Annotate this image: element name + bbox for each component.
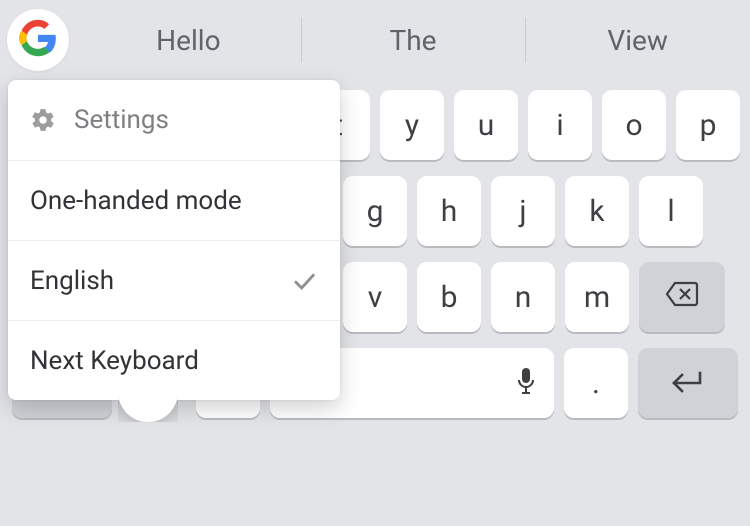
key-g[interactable]: g: [343, 176, 407, 246]
popup-item-language[interactable]: English: [8, 240, 340, 320]
key-period[interactable]: .: [564, 348, 628, 418]
suggestion-bar: Hello The View: [0, 0, 750, 80]
key-j[interactable]: j: [491, 176, 555, 246]
key-v[interactable]: v: [343, 262, 407, 332]
key-k[interactable]: k: [565, 176, 629, 246]
key-i[interactable]: i: [528, 90, 592, 160]
key-p[interactable]: p: [676, 90, 740, 160]
popup-item-label: Next Keyboard: [30, 346, 199, 376]
microphone-icon: [516, 367, 536, 399]
popup-item-label: Settings: [74, 105, 169, 135]
key-y[interactable]: y: [380, 90, 444, 160]
suggestions-container: Hello The View: [76, 0, 750, 80]
key-b[interactable]: b: [417, 262, 481, 332]
key-l[interactable]: l: [639, 176, 703, 246]
keyboard-settings-popup: Settings One-handed mode English Next Ke…: [8, 80, 340, 400]
checkmark-icon: [290, 267, 318, 295]
popup-item-label: English: [30, 266, 114, 296]
suggestion-item[interactable]: The: [301, 0, 526, 80]
return-icon: [670, 369, 706, 397]
key-h[interactable]: h: [417, 176, 481, 246]
suggestion-item[interactable]: View: [525, 0, 750, 80]
google-logo-icon: [19, 19, 57, 61]
popup-item-label: One-handed mode: [30, 186, 242, 216]
gear-icon: [30, 107, 56, 133]
popup-item-settings[interactable]: Settings: [8, 80, 340, 160]
suggestion-item[interactable]: Hello: [76, 0, 301, 80]
key-u[interactable]: u: [454, 90, 518, 160]
google-logo-circle: [7, 9, 69, 71]
key-m[interactable]: m: [565, 262, 629, 332]
popup-item-next-keyboard[interactable]: Next Keyboard: [8, 320, 340, 400]
key-return[interactable]: [638, 348, 738, 418]
key-n[interactable]: n: [491, 262, 555, 332]
popup-item-one-handed[interactable]: One-handed mode: [8, 160, 340, 240]
google-logo-button[interactable]: [0, 0, 76, 80]
key-backspace[interactable]: [639, 262, 725, 332]
popup-tail: [118, 396, 178, 422]
key-o[interactable]: o: [602, 90, 666, 160]
backspace-icon: [665, 280, 699, 315]
